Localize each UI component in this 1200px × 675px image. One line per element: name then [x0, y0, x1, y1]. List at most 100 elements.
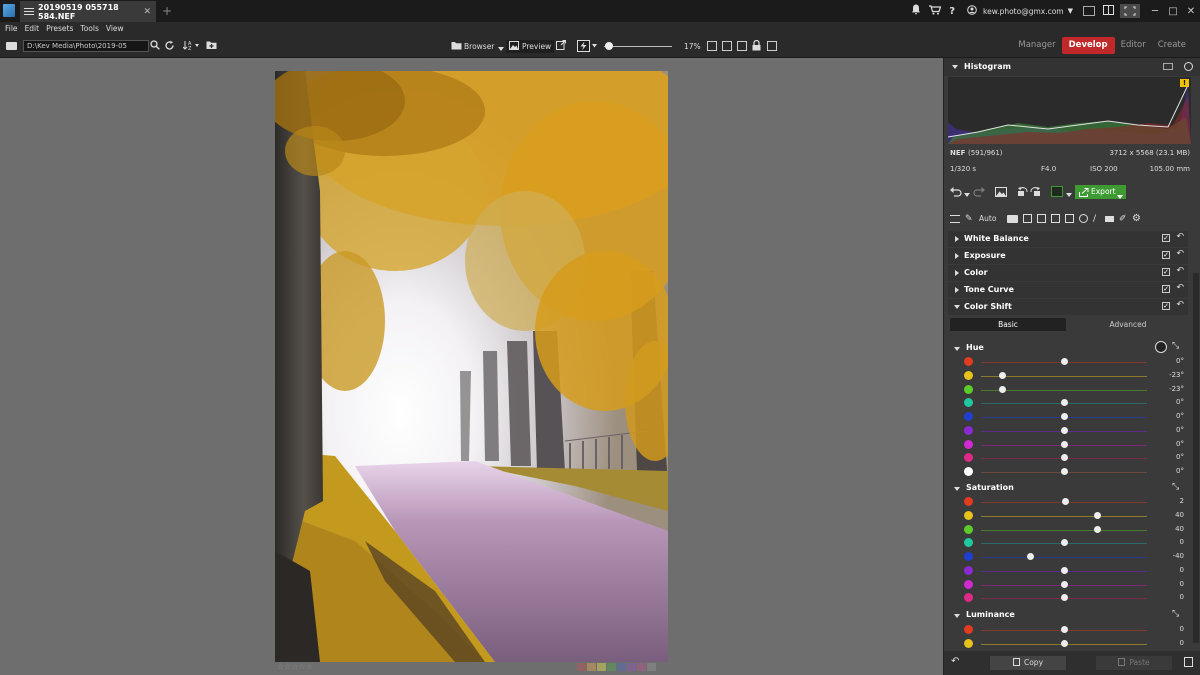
- sort-icon[interactable]: AZ: [182, 40, 199, 53]
- slider-track[interactable]: [981, 515, 1147, 517]
- tab-basic[interactable]: Basic: [950, 318, 1066, 331]
- histogram-header[interactable]: Histogram: [944, 58, 1200, 76]
- saturation-slider-row[interactable]: 0: [964, 579, 1186, 591]
- section-tone-curve[interactable]: Tone Curve ✓ ↶: [948, 282, 1188, 298]
- menu-file[interactable]: File: [5, 24, 18, 33]
- reset-icon[interactable]: ↶: [1176, 232, 1184, 242]
- saturation-slider-row[interactable]: 0: [964, 537, 1186, 549]
- compare-icon[interactable]: [737, 41, 747, 51]
- histogram-mode-icon[interactable]: [1163, 63, 1173, 70]
- crop-icon[interactable]: [1023, 214, 1032, 223]
- slider-handle[interactable]: [1062, 498, 1070, 505]
- hue-slider-row[interactable]: -23°: [964, 384, 1186, 396]
- color-label-swatch[interactable]: [577, 663, 586, 671]
- auto-wand-icon[interactable]: ✎: [965, 214, 973, 224]
- color-label-swatch[interactable]: [647, 663, 656, 671]
- close-window-icon[interactable]: ✕: [1182, 6, 1200, 17]
- slider-handle[interactable]: [1060, 426, 1068, 434]
- browser-icon[interactable]: [451, 41, 462, 53]
- reset-icon[interactable]: ↶: [1176, 249, 1184, 259]
- saturation-slider-row[interactable]: 40: [964, 524, 1186, 536]
- panel-toggle-icon[interactable]: [1103, 4, 1114, 18]
- slider-handle[interactable]: [1060, 639, 1068, 647]
- preset-dropdown-icon[interactable]: [1066, 190, 1072, 199]
- fit-icon[interactable]: [722, 41, 732, 51]
- dropdown-arrow-icon[interactable]: ▼: [1068, 7, 1073, 15]
- menu-presets[interactable]: Presets: [46, 24, 73, 33]
- hue-slider-row[interactable]: 0°: [964, 397, 1186, 409]
- luminance-slider-row[interactable]: 0: [964, 624, 1186, 636]
- zoom-slider-track[interactable]: [604, 46, 672, 47]
- color-label-swatch[interactable]: [597, 663, 606, 671]
- slider-handle[interactable]: [1060, 399, 1068, 407]
- section-exposure[interactable]: Exposure ✓ ↶: [948, 248, 1188, 264]
- reset-icon[interactable]: ↶: [1176, 266, 1184, 276]
- tab-close-icon[interactable]: ✕: [143, 7, 151, 17]
- layout-icon[interactable]: [1083, 6, 1095, 16]
- section-white-balance[interactable]: White Balance ✓ ↶: [948, 231, 1188, 247]
- zoom-slider-handle[interactable]: [604, 42, 613, 50]
- color-label-swatch[interactable]: [637, 663, 646, 671]
- hue-slider-row[interactable]: -23°: [964, 370, 1186, 382]
- panel-scrollbar[interactable]: [1193, 273, 1199, 643]
- rotate-left-icon[interactable]: [1017, 187, 1028, 199]
- enable-checkbox[interactable]: ✓: [1162, 285, 1170, 293]
- help-icon[interactable]: ?: [949, 6, 955, 17]
- hue-mode-icon[interactable]: [1155, 341, 1167, 353]
- menu-tools[interactable]: Tools: [80, 24, 98, 33]
- slider-handle[interactable]: [999, 371, 1007, 379]
- hue-slider-row[interactable]: 0°: [964, 439, 1186, 451]
- tab-advanced[interactable]: Advanced: [1070, 318, 1186, 331]
- slider-handle[interactable]: [1060, 454, 1068, 462]
- slider-handle[interactable]: [1060, 413, 1068, 420]
- compare-view-icon[interactable]: [995, 187, 1007, 199]
- text-tool-icon[interactable]: [1051, 214, 1060, 223]
- tab-editor[interactable]: Editor: [1115, 37, 1152, 54]
- undo-dropdown-icon[interactable]: [964, 190, 970, 199]
- saturation-slider-row[interactable]: 40: [964, 510, 1186, 522]
- slider-handle[interactable]: [1093, 511, 1101, 519]
- tab-develop[interactable]: Develop: [1061, 37, 1115, 54]
- zoom-tool-icon[interactable]: [767, 41, 777, 51]
- slider-handle[interactable]: [1027, 553, 1035, 560]
- cart-icon[interactable]: [929, 4, 942, 18]
- tool-list-icon[interactable]: [950, 215, 960, 223]
- saturation-slider-row[interactable]: 0: [964, 592, 1186, 604]
- export-button[interactable]: Export: [1075, 185, 1126, 199]
- tab-create[interactable]: Create: [1152, 37, 1192, 54]
- preset-icon[interactable]: [1051, 186, 1063, 197]
- histogram-clip-icon[interactable]: [1184, 62, 1193, 71]
- brush-icon[interactable]: /: [1093, 214, 1096, 224]
- hue-slider-row[interactable]: 0°: [964, 356, 1186, 368]
- section-color[interactable]: Color ✓ ↶: [948, 265, 1188, 281]
- gradient-icon[interactable]: [1065, 214, 1074, 223]
- minimize-icon[interactable]: ─: [1146, 6, 1164, 17]
- redo-icon[interactable]: [973, 187, 985, 199]
- saturation-slider-row[interactable]: 0: [964, 565, 1186, 577]
- auto-button[interactable]: Auto: [979, 214, 996, 223]
- path-input[interactable]: D:\Kev Media\Photo\2019-05: [23, 40, 149, 52]
- enable-checkbox[interactable]: ✓: [1162, 268, 1170, 276]
- actual-size-icon[interactable]: [707, 41, 717, 51]
- slider-handle[interactable]: [1060, 626, 1068, 633]
- perspective-icon[interactable]: [1037, 214, 1046, 223]
- rotate-right-icon[interactable]: [1030, 187, 1041, 199]
- undo-icon[interactable]: [950, 187, 962, 199]
- reset-icon[interactable]: ↶: [1176, 283, 1184, 293]
- slider-handle[interactable]: [1060, 566, 1068, 574]
- color-label-swatch[interactable]: [627, 663, 636, 671]
- luminance-collapse-icon[interactable]: [954, 614, 960, 618]
- hue-collapse-icon[interactable]: [954, 347, 960, 351]
- eraser-icon[interactable]: [1105, 216, 1114, 222]
- browser-button[interactable]: Browser: [464, 40, 494, 53]
- color-label-swatch[interactable]: [587, 663, 596, 671]
- browser-dropdown-icon[interactable]: [498, 43, 504, 54]
- reset-all-icon[interactable]: ↶: [951, 656, 959, 667]
- reset-icon[interactable]: ↶: [1176, 300, 1184, 310]
- flash-compare-icon[interactable]: [577, 40, 598, 55]
- rating-stars[interactable]: ☆☆☆☆☆: [277, 662, 313, 671]
- healing-icon[interactable]: ✐: [1119, 214, 1127, 224]
- slider-handle[interactable]: [1060, 594, 1068, 602]
- luminance-picker-icon[interactable]: ⤡: [1172, 609, 1179, 619]
- hue-slider-row[interactable]: 0°: [964, 411, 1186, 423]
